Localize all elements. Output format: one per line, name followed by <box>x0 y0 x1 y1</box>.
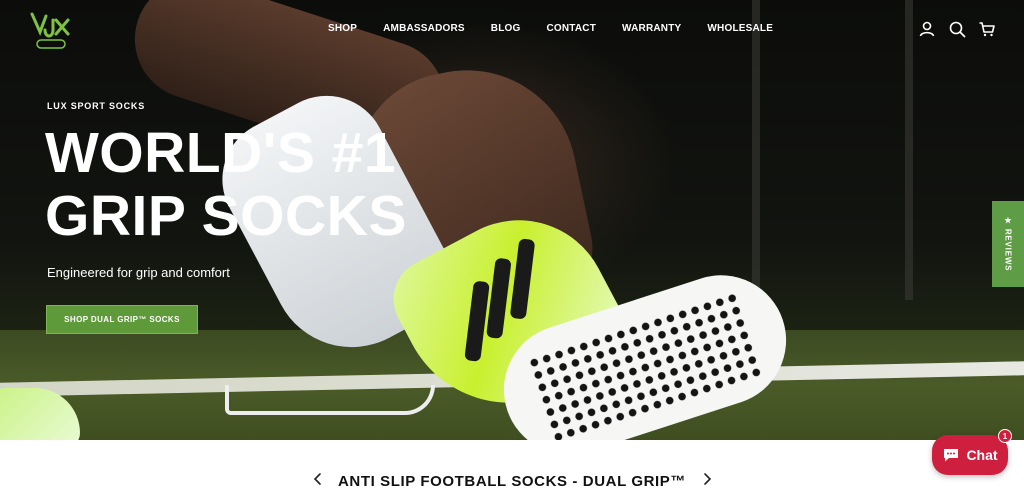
background-fence-post <box>905 0 913 300</box>
reviews-tab-label: ★ REVIEWS <box>1003 216 1013 272</box>
search-icon[interactable] <box>948 20 966 38</box>
background-fence-post <box>752 0 760 300</box>
account-icon[interactable] <box>918 20 936 38</box>
chat-label: Chat <box>966 447 998 463</box>
chat-unread-badge: 1 <box>998 429 1012 443</box>
nav-warranty[interactable]: WARRANTY <box>622 23 681 34</box>
hero-title: WORLD'S #1 GRIP SOCKS <box>45 122 407 248</box>
product-carousel-header: ANTI SLIP FOOTBALL SOCKS - DUAL GRIP™ <box>0 440 1024 490</box>
chat-bubble-icon <box>944 449 959 462</box>
carousel-next-arrow-icon[interactable] <box>700 472 714 486</box>
carousel-title: ANTI SLIP FOOTBALL SOCKS - DUAL GRIP™ <box>337 473 687 490</box>
reviews-tab[interactable]: ★ REVIEWS <box>992 201 1024 287</box>
nav-contact[interactable]: CONTACT <box>546 23 596 34</box>
nav-wholesale[interactable]: WHOLESALE <box>707 23 773 34</box>
header-actions <box>918 20 996 38</box>
hero-photo-lace <box>225 385 435 415</box>
nav-ambassadors[interactable]: AMBASSADORS <box>383 23 465 34</box>
cart-icon[interactable] <box>978 20 996 38</box>
hero-kicker: LUX SPORT SOCKS <box>47 101 146 111</box>
lux-sports-logo[interactable] <box>28 10 74 50</box>
shop-dual-grip-button[interactable]: SHOP DUAL GRIP™ SOCKS <box>46 305 198 334</box>
hero-subtitle: Engineered for grip and comfort <box>47 265 230 280</box>
nav-shop[interactable]: SHOP <box>328 23 357 34</box>
chat-button[interactable]: Chat <box>932 435 1008 475</box>
hero-title-line-1: WORLD'S #1 <box>45 121 397 185</box>
nav-blog[interactable]: BLOG <box>491 23 521 34</box>
main-nav: SHOP AMBASSADORS BLOG CONTACT WARRANTY W… <box>328 23 799 34</box>
hero-banner: SHOP AMBASSADORS BLOG CONTACT WARRANTY W… <box>0 0 1024 440</box>
hero-title-line-2: GRIP SOCKS <box>45 184 407 248</box>
